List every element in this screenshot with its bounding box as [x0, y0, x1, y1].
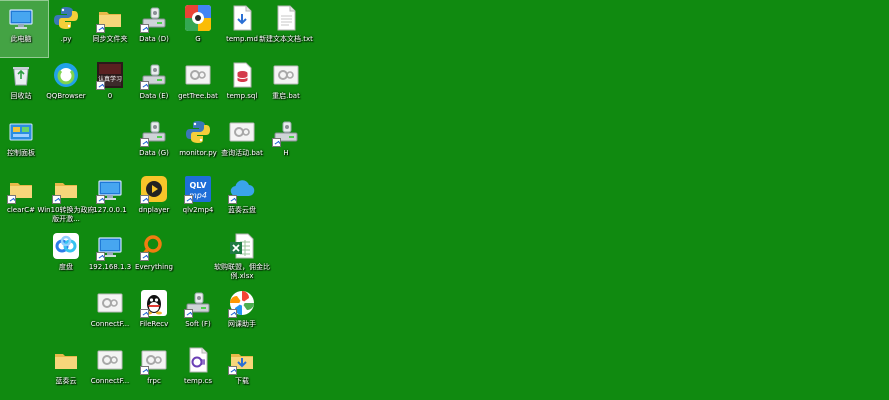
desktop-icon-label: Everything: [135, 263, 173, 271]
desktop-icon-everything[interactable]: Everything: [127, 229, 181, 285]
bat-file-icon: [184, 60, 212, 90]
qlv-icon: QLV mp4: [184, 174, 212, 204]
bat-file-icon: [272, 60, 300, 90]
computer-icon: [96, 231, 124, 261]
shortcut-arrow-icon: [140, 252, 149, 261]
download-folder-icon: [228, 345, 256, 375]
pinwheel-icon: [228, 288, 256, 318]
computer-icon: [96, 174, 124, 204]
shortcut-arrow-icon: [140, 195, 149, 204]
desktop-icon-label: 软购联盟，佣金比例.xlsx: [214, 263, 270, 280]
shortcut-arrow-icon: [7, 195, 16, 204]
desktop-icon-download[interactable]: 下载: [215, 343, 269, 399]
bat-file-icon: [96, 288, 124, 318]
google-icon: [184, 3, 212, 33]
shortcut-arrow-icon: [184, 195, 193, 204]
desktop-icon-label: 网课助手: [228, 320, 256, 328]
desktop-icon-label: 蓝奏云盘: [228, 206, 256, 214]
shortcut-arrow-icon: [96, 81, 105, 90]
shortcut-arrow-icon: [96, 24, 105, 33]
bat-file-icon: [140, 345, 168, 375]
cloud-icon: [228, 174, 256, 204]
desktop-icon-lanzou1[interactable]: 蓝奏云盘: [215, 172, 269, 228]
desktop-icon-restart-bat[interactable]: 重启.bat: [259, 58, 313, 114]
shortcut-arrow-icon: [140, 24, 149, 33]
shortcut-arrow-icon: [272, 138, 281, 147]
drive-icon: [272, 117, 300, 147]
desktop: 此电脑 .py 同步文件夹 Data (D) Gtemp.md 新建文本文档.txt 回收站…: [0, 0, 889, 400]
excel-file-icon: [228, 231, 256, 261]
shortcut-arrow-icon: [228, 366, 237, 375]
shortcut-arrow-icon: [96, 252, 105, 261]
bat-file-icon: [96, 345, 124, 375]
qqbrowser-icon: [52, 60, 80, 90]
shortcut-arrow-icon: [228, 195, 237, 204]
desktop-icon-h[interactable]: H: [259, 115, 313, 171]
qq-icon: [140, 288, 168, 318]
control-panel-icon: [7, 117, 35, 147]
text-file-icon: [272, 3, 300, 33]
drive-icon: [140, 60, 168, 90]
recycle-bin-icon: [7, 60, 35, 90]
shortcut-arrow-icon: [228, 309, 237, 318]
dnplayer-icon: [140, 174, 168, 204]
drive-icon: [140, 3, 168, 33]
desktop-icon-netclass[interactable]: 网课助手: [215, 286, 269, 342]
python-icon: [52, 3, 80, 33]
desktop-icon-label: 控制面板: [7, 149, 35, 157]
shortcut-arrow-icon: [140, 81, 149, 90]
folder-icon: [96, 3, 124, 33]
desktop-icon-xlsx[interactable]: 软购联盟，佣金比例.xlsx: [214, 229, 270, 285]
shortcut-arrow-icon: [96, 195, 105, 204]
computer-icon: [7, 3, 35, 33]
shortcut-arrow-icon: [184, 309, 193, 318]
desktop-icon-new-text[interactable]: 新建文本文档.txt: [259, 1, 313, 57]
shortcut-arrow-icon: [140, 366, 149, 375]
bat-file-icon: [228, 117, 256, 147]
shortcut-arrow-icon: [140, 138, 149, 147]
shortcut-arrow-icon: [140, 309, 149, 318]
desktop-icon-label: 重启.bat: [272, 92, 300, 100]
svg-text:QLV: QLV: [190, 181, 208, 190]
everything-icon: [140, 231, 168, 261]
markdown-file-icon: [228, 3, 256, 33]
folder-icon: [52, 345, 80, 375]
folder-icon: [52, 174, 80, 204]
drive-icon: [140, 117, 168, 147]
desktop-icon-control-panel[interactable]: 控制面板: [0, 115, 48, 171]
study-image-icon: 认真学习: [96, 60, 124, 90]
folder-icon: [7, 174, 35, 204]
shortcut-arrow-icon: [52, 195, 61, 204]
drive-icon: [184, 288, 212, 318]
python-icon: [184, 117, 212, 147]
sql-file-icon: [228, 60, 256, 90]
desktop-icon-label: 下载: [235, 377, 249, 385]
desktop-icon-label: 新建文本文档.txt: [259, 35, 313, 43]
baidu-pan-icon: [52, 231, 80, 261]
desktop-icon-label: H: [283, 149, 289, 157]
csharp-file-icon: [184, 345, 212, 375]
